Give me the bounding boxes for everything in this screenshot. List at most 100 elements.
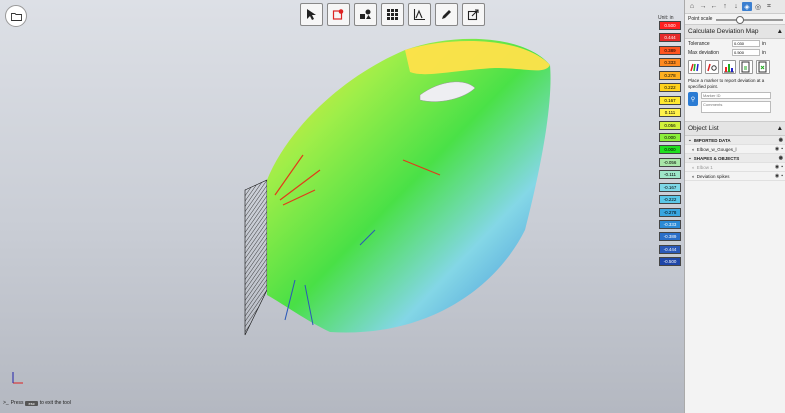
- object-group-row[interactable]: ⌄ SHAPES & OBJECTS ◉: [685, 154, 785, 163]
- object-label: SHAPES & OBJECTS: [693, 155, 740, 161]
- elbow-surface: [267, 38, 551, 333]
- place-marker-button[interactable]: ⚲: [688, 92, 698, 106]
- report-export-icon: [758, 61, 767, 73]
- legend-swatch: 0.500: [659, 21, 681, 30]
- report-button[interactable]: [739, 60, 753, 74]
- deviation-action-buttons: [685, 57, 785, 77]
- legend-swatch: 0.444: [659, 33, 681, 43]
- report-icon: [741, 61, 750, 73]
- marker-note: Place a marker to report deviation at a …: [688, 78, 765, 89]
- visibility-eye-icon[interactable]: ◉: [775, 146, 779, 152]
- tolerance-row: Tolerance in: [685, 39, 785, 48]
- colormap-gear-icon: [707, 63, 717, 72]
- arrow-right-icon[interactable]: →: [698, 2, 708, 11]
- legend-swatch: 0.000: [659, 132, 681, 142]
- deviation-mesh-model[interactable]: [225, 20, 555, 350]
- marker-row: ⚲: [685, 90, 785, 115]
- right-panel: ⌂ → ← ↑ ↓ ◈ ◎ ⌗ Point scale Calculate De…: [684, 0, 785, 413]
- crop-icon[interactable]: ⌗: [764, 2, 774, 11]
- legend-swatch: 0.111: [659, 108, 681, 118]
- lock-icon[interactable]: ▪: [781, 146, 783, 152]
- cube-view-icon[interactable]: ◈: [742, 2, 752, 11]
- status-bar: >_ Press esc to exit the tool: [3, 400, 71, 406]
- lock-icon[interactable]: ▪: [781, 173, 783, 179]
- marker-id-input[interactable]: [701, 92, 771, 99]
- visibility-eye-icon[interactable]: ◉: [775, 164, 779, 170]
- object-icon[interactable]: ◐: [692, 165, 695, 170]
- tolerance-label: Tolerance: [688, 40, 710, 47]
- point-scale-knob[interactable]: [736, 15, 745, 24]
- collapse-icon[interactable]: ▲: [777, 125, 783, 132]
- legend-swatch: -0.222: [659, 195, 681, 205]
- legend-swatch: 0.278: [659, 70, 681, 80]
- max-deviation-label: Max deviation: [688, 49, 719, 56]
- deviation-section-header[interactable]: Calculate Deviation Map ▲: [685, 24, 785, 39]
- legend-swatch: -0.389: [659, 232, 681, 242]
- legend-swatch: -0.500: [659, 257, 681, 267]
- max-deviation-row: Max deviation in: [685, 48, 785, 57]
- object-label: IMPORTED DATA: [693, 137, 731, 143]
- object-list: ⌄ IMPORTED DATA ◉ ◐ Elbow_w_Gouges_l ◉ ▪ ⌄ SHAPE…: [685, 136, 785, 181]
- max-deviation-input[interactable]: [732, 49, 760, 56]
- histogram-button[interactable]: [722, 60, 736, 74]
- esc-key-badge: esc: [25, 400, 38, 406]
- report-export-button[interactable]: [756, 60, 770, 74]
- 3d-viewport[interactable]: Unit: in 0.500 0.444 0.389 0.333 0.278 0.222 0…: [0, 0, 684, 413]
- max-deviation-unit: in: [762, 49, 766, 56]
- lock-icon[interactable]: ▪: [781, 164, 783, 170]
- legend-swatch: 0.389: [659, 45, 681, 55]
- tolerance-unit: in: [762, 40, 766, 47]
- tolerance-input[interactable]: [732, 40, 760, 47]
- legend-swatch: 0.000: [659, 145, 681, 155]
- flange-mesh: [244, 179, 268, 336]
- home-icon[interactable]: ⌂: [687, 2, 697, 11]
- object-row[interactable]: ◐ Elbow 1 ◉ ▪: [685, 163, 785, 172]
- chevron-down-icon[interactable]: ⌄: [688, 155, 692, 161]
- object-label: Elbow_w_Gouges_l: [696, 146, 737, 152]
- visibility-eye-icon[interactable]: ◉: [779, 137, 783, 143]
- marker-comment-input[interactable]: [701, 101, 771, 113]
- arrow-left-icon[interactable]: ←: [709, 2, 719, 11]
- colormap-button[interactable]: [688, 60, 702, 74]
- arrow-down-icon[interactable]: ↓: [731, 2, 741, 11]
- legend-swatch: 0.056: [659, 120, 681, 130]
- status-prefix: Press: [10, 400, 24, 406]
- legend-swatch: -0.167: [659, 182, 681, 192]
- collapse-icon[interactable]: ▲: [777, 28, 783, 35]
- status-suffix: to exit the tool: [39, 400, 71, 406]
- point-scale-slider[interactable]: [716, 15, 783, 24]
- deviation-title: Calculate Deviation Map: [688, 28, 759, 35]
- axis-triad: [10, 370, 26, 388]
- histogram-icon: [724, 64, 734, 73]
- legend-swatch: -0.333: [659, 220, 681, 229]
- rainbow-icon: [690, 63, 699, 72]
- colormap-settings-button[interactable]: [705, 60, 719, 74]
- object-list-title: Object List: [688, 125, 719, 132]
- point-scale-label: Point scale: [688, 16, 713, 22]
- legend-swatch: -0.111: [659, 170, 681, 180]
- legend-swatch: -0.056: [659, 157, 681, 167]
- object-row[interactable]: ◐ Deviation spikes ◉ ▪: [685, 172, 785, 181]
- open-folder-button[interactable]: [5, 5, 27, 27]
- object-list-header[interactable]: Object List ▲: [685, 121, 785, 136]
- object-icon[interactable]: ◐: [692, 147, 695, 152]
- legend-swatch: 0.222: [659, 83, 681, 93]
- chevron-down-icon[interactable]: ⌄: [688, 137, 692, 143]
- elbow-rim: [405, 41, 550, 75]
- object-icon[interactable]: ◐: [692, 174, 695, 179]
- globe-icon[interactable]: ◎: [753, 2, 763, 11]
- legend-swatch: -0.444: [659, 244, 681, 254]
- legend-swatch: -0.278: [659, 207, 681, 217]
- object-row[interactable]: ◐ Elbow_w_Gouges_l ◉ ▪: [685, 145, 785, 154]
- folder-icon: [10, 12, 22, 21]
- deviation-color-scale: 0.500 0.444 0.389 0.333 0.278 0.222 0.167 0.111…: [659, 21, 681, 270]
- visibility-eye-icon[interactable]: ◉: [779, 155, 783, 161]
- object-label: Elbow 1: [696, 164, 713, 170]
- visibility-eye-icon[interactable]: ◉: [775, 173, 779, 179]
- arrow-up-icon[interactable]: ↑: [720, 2, 730, 11]
- terminal-icon: >_: [3, 400, 9, 406]
- object-group-row[interactable]: ⌄ IMPORTED DATA ◉: [685, 136, 785, 145]
- object-label: Deviation spikes: [696, 173, 730, 179]
- marker-pin-icon: ⚲: [690, 96, 696, 103]
- legend-swatch: 0.167: [659, 95, 681, 105]
